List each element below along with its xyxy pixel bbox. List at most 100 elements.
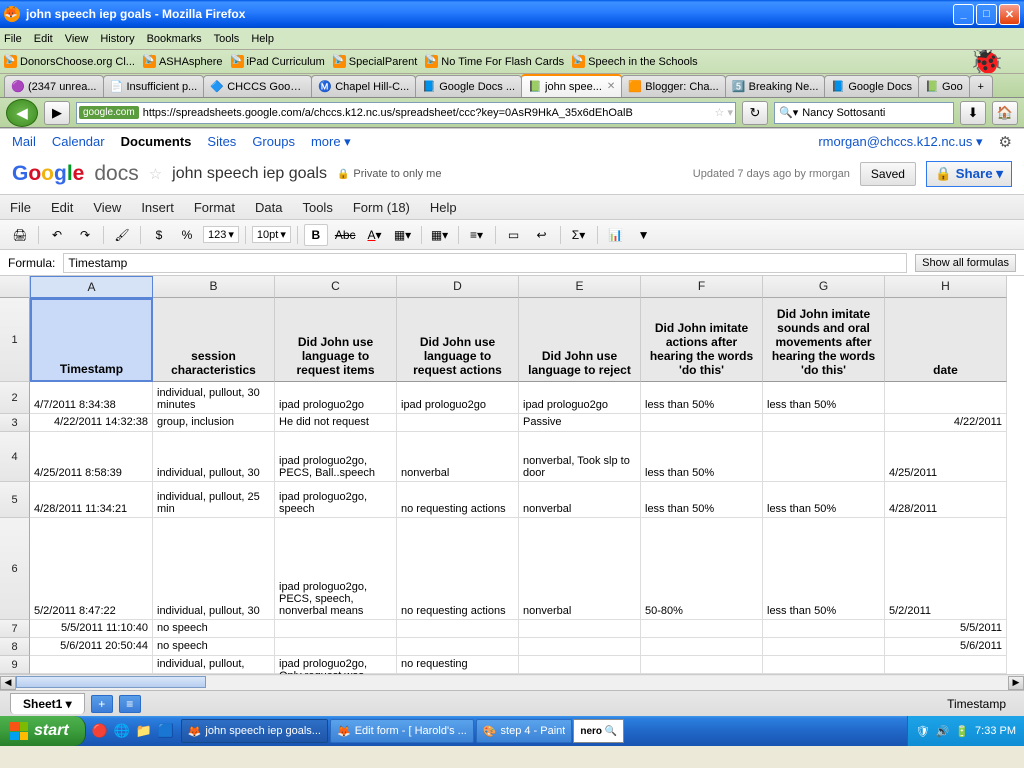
ff-menu-bookmarks[interactable]: Bookmarks xyxy=(147,33,202,45)
cell[interactable]: ipad prologuo2go, Only request was xyxy=(275,656,397,674)
cell[interactable]: 4/28/2011 xyxy=(885,482,1007,518)
home-button[interactable]: 🏠 xyxy=(992,101,1018,125)
browser-tab[interactable]: 🟣(2347 unrea... xyxy=(4,75,104,97)
cell[interactable] xyxy=(763,638,885,656)
column-header[interactable]: D xyxy=(397,276,519,298)
ff-menu-tools[interactable]: Tools xyxy=(214,33,240,45)
merge-icon[interactable]: ▭ xyxy=(502,224,526,246)
privacy-indicator[interactable]: 🔒Private to only me xyxy=(337,168,442,180)
cell[interactable]: no requesting actions xyxy=(397,482,519,518)
cell[interactable]: individual, pullout, xyxy=(153,656,275,674)
ff-menu-file[interactable]: File xyxy=(4,33,22,45)
cell[interactable]: He did not request xyxy=(275,414,397,432)
cell[interactable] xyxy=(397,620,519,638)
menu-insert[interactable]: Insert xyxy=(141,200,174,215)
cell[interactable]: ipad prologuo2go, PECS, Ball..speech xyxy=(275,432,397,482)
cell[interactable]: no requesting actions xyxy=(397,518,519,620)
column-header[interactable]: A xyxy=(30,276,153,298)
reload-button[interactable]: ↻ xyxy=(742,101,768,125)
column-header[interactable]: E xyxy=(519,276,641,298)
downloads-button[interactable]: ⬇ xyxy=(960,101,986,125)
cell[interactable] xyxy=(519,620,641,638)
cell[interactable] xyxy=(763,414,885,432)
gear-icon[interactable]: ⚙ xyxy=(999,133,1012,151)
sigma-icon[interactable]: Σ▾ xyxy=(567,224,591,246)
cell[interactable]: individual, pullout, 30 xyxy=(153,518,275,620)
cell[interactable] xyxy=(641,656,763,674)
menu-form[interactable]: Form (18) xyxy=(353,200,410,215)
cell[interactable] xyxy=(641,620,763,638)
menu-view[interactable]: View xyxy=(93,200,121,215)
tray-icon[interactable]: 🔋 xyxy=(955,725,969,738)
paint-format-icon[interactable]: 🖌 xyxy=(110,224,134,246)
window-minimize-button[interactable]: _ xyxy=(953,4,974,25)
header-cell[interactable]: date xyxy=(885,298,1007,382)
text-color-icon[interactable]: A▾ xyxy=(363,224,387,246)
menu-file[interactable]: File xyxy=(10,200,31,215)
menu-edit[interactable]: Edit xyxy=(51,200,73,215)
align-icon[interactable]: ≡▾ xyxy=(465,224,489,246)
nav-groups[interactable]: Groups xyxy=(252,134,295,149)
cell[interactable]: nonverbal, Took slp to door xyxy=(519,432,641,482)
row-header[interactable]: 8 xyxy=(0,638,30,656)
cell[interactable]: 4/22/2011 14:32:38 xyxy=(30,414,153,432)
cell[interactable]: 4/22/2011 xyxy=(885,414,1007,432)
cell[interactable] xyxy=(641,414,763,432)
cell[interactable]: 5/5/2011 xyxy=(885,620,1007,638)
cell[interactable] xyxy=(763,432,885,482)
wrap-icon[interactable]: ↩ xyxy=(530,224,554,246)
cell[interactable]: ipad prologuo2go, speech xyxy=(275,482,397,518)
cell[interactable]: less than 50% xyxy=(763,382,885,414)
bookmark-item[interactable]: DonorsChoose.org Cl... xyxy=(4,55,135,68)
browser-tab[interactable]: 📄Insufficient p... xyxy=(103,75,205,97)
nav-calendar[interactable]: Calendar xyxy=(52,134,105,149)
cell[interactable]: individual, pullout, 30 minutes xyxy=(153,382,275,414)
cell[interactable] xyxy=(397,638,519,656)
cell[interactable] xyxy=(519,638,641,656)
cell[interactable]: less than 50% xyxy=(641,432,763,482)
row-header[interactable]: 9 xyxy=(0,656,30,674)
cell[interactable]: nonverbal xyxy=(519,482,641,518)
cell[interactable]: group, inclusion xyxy=(153,414,275,432)
cell[interactable]: ipad prologuo2go xyxy=(397,382,519,414)
formula-input[interactable] xyxy=(63,253,907,273)
cell[interactable]: 5/2/2011 xyxy=(885,518,1007,620)
window-maximize-button[interactable]: □ xyxy=(976,4,997,25)
cell[interactable]: less than 50% xyxy=(763,482,885,518)
column-header[interactable]: F xyxy=(641,276,763,298)
bold-icon[interactable]: B xyxy=(304,224,328,246)
ff-menu-edit[interactable]: Edit xyxy=(34,33,53,45)
scroll-right-icon[interactable]: ▶ xyxy=(1008,676,1024,690)
row-header[interactable]: 3 xyxy=(0,414,30,432)
sheet-tab[interactable]: Sheet1 ▾ xyxy=(10,693,85,714)
show-all-formulas-button[interactable]: Show all formulas xyxy=(915,254,1016,272)
browser-tab[interactable]: 5️⃣Breaking Ne... xyxy=(725,75,826,97)
row-header[interactable]: 6 xyxy=(0,518,30,620)
cell[interactable]: individual, pullout, 25 min xyxy=(153,482,275,518)
header-cell[interactable]: Timestamp xyxy=(30,298,153,382)
header-cell[interactable]: Did John use language to request items xyxy=(275,298,397,382)
percent-icon[interactable]: % xyxy=(175,224,199,246)
cell[interactable] xyxy=(885,382,1007,414)
start-button[interactable]: start xyxy=(0,716,86,746)
menu-data[interactable]: Data xyxy=(255,200,282,215)
row-header[interactable]: 4 xyxy=(0,432,30,482)
scroll-left-icon[interactable]: ◀ xyxy=(0,676,16,690)
cell[interactable]: ipad prologuo2go, PECS, speech, nonverba… xyxy=(275,518,397,620)
taskbar-item[interactable]: 🎨step 4 - Paint xyxy=(476,719,573,743)
ff-menu-help[interactable]: Help xyxy=(251,33,274,45)
cell[interactable] xyxy=(885,656,1007,674)
row-header[interactable]: 5 xyxy=(0,482,30,518)
ff-menu-history[interactable]: History xyxy=(100,33,134,45)
horizontal-scrollbar[interactable]: ◀ ▶ xyxy=(0,674,1024,690)
cell[interactable]: 50-80% xyxy=(641,518,763,620)
row-header[interactable]: 1 xyxy=(0,298,30,382)
number-format-dropdown[interactable]: 123▾ xyxy=(203,226,239,243)
header-cell[interactable]: session characteristics xyxy=(153,298,275,382)
column-header[interactable]: G xyxy=(763,276,885,298)
new-tab-button[interactable]: + xyxy=(969,75,993,97)
star-icon[interactable]: ☆ ▾ xyxy=(715,106,733,119)
undo-icon[interactable]: ↶ xyxy=(45,224,69,246)
taskbar-item[interactable]: 🦊john speech iep goals... xyxy=(181,719,328,743)
ff-menu-view[interactable]: View xyxy=(65,33,89,45)
